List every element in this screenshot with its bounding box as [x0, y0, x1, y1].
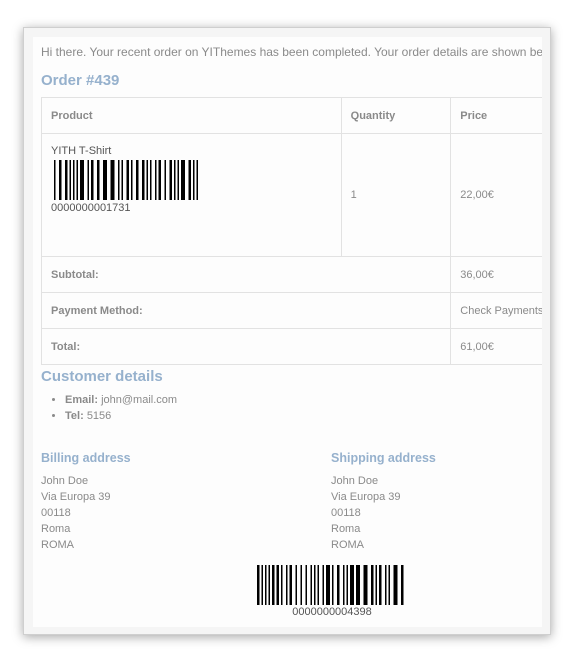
shipping-address: John Doe Via Europa 39 00118 Roma ROMA — [331, 473, 401, 553]
customer-details-list: Email: john@mail.com Tel: 5156 — [47, 392, 177, 424]
order-barcode-number: 0000000004398 — [292, 606, 372, 618]
product-name: YITH T-Shirt — [51, 145, 112, 157]
quantity-cell: 1 — [340, 133, 452, 257]
intro-text: Hi there. Your recent order on YIThemes … — [41, 45, 542, 59]
billing-street: Via Europa 39 — [41, 491, 111, 503]
order-items-table: Product Quantity Price YITH T-Shirt 0000… — [40, 97, 542, 365]
shipping-name: John Doe — [331, 475, 379, 487]
shipping-city: Roma — [331, 523, 361, 535]
customer-details-title: Customer details — [41, 368, 163, 385]
header-price: Price — [450, 97, 542, 134]
table-row: YITH T-Shirt 0000000001731 1 22,00€ — [41, 133, 542, 257]
price-cell: 22,00€ — [450, 133, 542, 257]
shipping-street: Via Europa 39 — [331, 491, 401, 503]
total-label: Total: — [40, 328, 452, 365]
payment-method-value: Check Payments — [450, 292, 542, 329]
subtotal-row: Subtotal: 36,00€ — [40, 256, 542, 293]
product-sku: 0000000001731 — [51, 202, 131, 214]
subtotal-value: 36,00€ — [450, 256, 542, 293]
payment-method-label: Payment Method: — [40, 292, 452, 329]
order-email: Hi there. Your recent order on YIThemes … — [33, 37, 542, 627]
list-item: Tel: 5156 — [65, 408, 177, 424]
barcode-icon — [257, 565, 404, 605]
billing-address-title: Billing address — [41, 451, 131, 465]
header-product: Product — [41, 97, 342, 134]
tel-value: 5156 — [86, 410, 112, 422]
product-cell: YITH T-Shirt 0000000001731 — [41, 133, 342, 257]
email-value: john@mail.com — [101, 394, 178, 406]
billing-state: ROMA — [41, 539, 74, 551]
order-title: Order #439 — [41, 72, 120, 89]
total-row: Total: 61,00€ — [40, 328, 542, 365]
total-value: 61,00€ — [450, 328, 542, 365]
header-quantity: Quantity — [340, 97, 452, 134]
tel-label: Tel: — [65, 410, 84, 422]
billing-name: John Doe — [41, 475, 89, 487]
payment-method-row: Payment Method: Check Payments — [40, 292, 542, 329]
billing-postcode: 00118 — [41, 507, 71, 519]
list-item: Email: john@mail.com — [65, 392, 177, 408]
billing-address: John Doe Via Europa 39 00118 Roma ROMA — [41, 473, 111, 553]
subtotal-label: Subtotal: — [40, 256, 452, 293]
shipping-state: ROMA — [331, 539, 364, 551]
barcode-icon — [54, 160, 198, 200]
shipping-postcode: 00118 — [331, 507, 361, 519]
email-label: Email: — [65, 394, 99, 406]
shipping-address-title: Shipping address — [331, 451, 436, 465]
table-header-row: Product Quantity Price — [41, 97, 542, 134]
billing-city: Roma — [41, 523, 71, 535]
